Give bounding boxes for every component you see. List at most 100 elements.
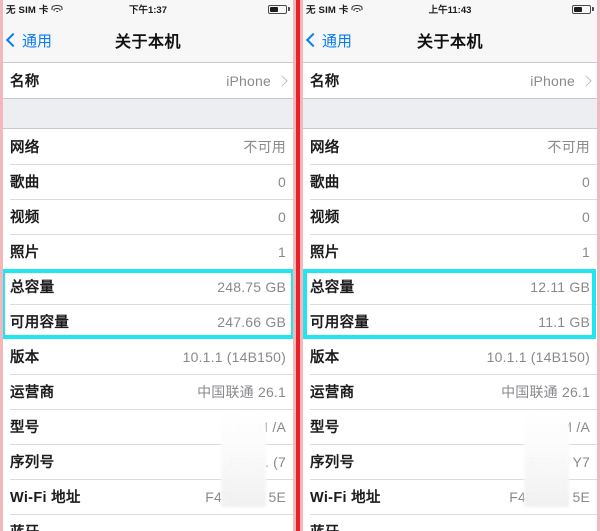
settings-group: 版本 10.1.1 (14B150) 运营商 中国联通 26.1 型号 M /A 序列号 F7… bbox=[0, 339, 296, 531]
chevron-right-icon bbox=[276, 74, 288, 87]
table-row[interactable]: 运营商 中国联通 26.1 bbox=[300, 374, 600, 409]
settings-group: 名称 iPhone bbox=[300, 63, 600, 98]
row-value: 1 bbox=[582, 243, 590, 260]
row-label: 运营商 bbox=[10, 385, 55, 401]
table-row[interactable]: 视频 0 bbox=[300, 199, 600, 234]
settings-group: 网络 不可用 歌曲 0 视频 0 照片 1 bbox=[0, 129, 296, 269]
row-label: 视频 bbox=[310, 210, 340, 226]
row-label: 运营商 bbox=[310, 385, 355, 401]
row-label: 网络 bbox=[310, 140, 340, 156]
row-label: 序列号 bbox=[10, 455, 55, 471]
row-label: 版本 bbox=[10, 350, 40, 366]
comparison-screenshot: 无 SIM 卡下午1:37 通用 关于本机 名称 iPhone 网络 不可用 歌曲 0 视频 0 照片… bbox=[0, 0, 600, 531]
status-bar-right bbox=[572, 4, 594, 14]
phone-panel-right: 无 SIM 卡上午11:43 通用 关于本机 名称 iPhone 网络 不可用 歌曲 0 视频 0 照… bbox=[300, 0, 600, 531]
table-row[interactable]: 可用容量 247.66 GB bbox=[0, 304, 296, 339]
table-row[interactable]: 照片 1 bbox=[300, 234, 600, 269]
table-row[interactable]: Wi-Fi 地址 F4:31:C3 5E bbox=[0, 479, 296, 514]
group-separator bbox=[0, 98, 296, 129]
row-label: 网络 bbox=[10, 140, 40, 156]
chevron-right-icon bbox=[580, 74, 592, 87]
nav-bar: 通用 关于本机 bbox=[0, 18, 296, 63]
battery-icon bbox=[268, 4, 290, 14]
status-bar: 无 SIM 卡上午11:43 bbox=[300, 0, 600, 18]
row-label: 视频 bbox=[10, 210, 40, 226]
table-row[interactable]: 蓝牙 bbox=[300, 514, 600, 531]
row-label: 总容量 bbox=[310, 280, 355, 296]
table-row[interactable]: Wi-Fi 地址 F4:31:C3 5E bbox=[300, 479, 600, 514]
row-value: F4:31:C3 5E bbox=[205, 488, 286, 505]
row-value: F72Q. Y7 bbox=[528, 453, 590, 470]
row-label: 歌曲 bbox=[10, 175, 40, 191]
row-label: 序列号 bbox=[310, 455, 355, 471]
row-value: 0 bbox=[582, 208, 590, 225]
row-label: 照片 bbox=[310, 245, 340, 261]
settings-group: 名称 iPhone bbox=[0, 63, 296, 98]
row-value: 中国联通 26.1 bbox=[197, 383, 286, 400]
table-row[interactable]: 蓝牙 bbox=[0, 514, 296, 531]
row-label: Wi-Fi 地址 bbox=[10, 490, 81, 506]
status-bar-time: 上午11:43 bbox=[428, 5, 472, 16]
row-label: 可用容量 bbox=[10, 315, 70, 331]
battery-icon bbox=[572, 4, 594, 14]
table-row[interactable]: 名称 iPhone bbox=[300, 63, 600, 98]
row-value: 1 bbox=[278, 243, 286, 260]
row-value: 10.1.1 (14B150) bbox=[486, 348, 590, 365]
row-value: 中国联通 26.1 bbox=[501, 383, 590, 400]
row-value: 11.1 GB bbox=[538, 313, 590, 330]
page-title: 关于本机 bbox=[114, 34, 181, 51]
row-label: 可用容量 bbox=[310, 315, 370, 331]
table-row[interactable]: 版本 10.1.1 (14B150) bbox=[0, 339, 296, 374]
row-label: 型号 bbox=[10, 420, 40, 436]
phone-panel-left: 无 SIM 卡下午1:37 通用 关于本机 名称 iPhone 网络 不可用 歌曲 0 视频 0 照片… bbox=[0, 0, 296, 531]
table-row[interactable]: 歌曲 0 bbox=[0, 164, 296, 199]
table-row[interactable]: 型号 M /A bbox=[300, 409, 600, 444]
table-row[interactable]: 序列号 F72Q. Y7 bbox=[300, 444, 600, 479]
row-value: iPhone bbox=[530, 72, 575, 89]
settings-group: 总容量 12.11 GB 可用容量 11.1 GB bbox=[300, 269, 600, 339]
table-row[interactable]: 网络 不可用 bbox=[0, 129, 296, 164]
page-title: 关于本机 bbox=[416, 34, 483, 51]
settings-list: 名称 iPhone 网络 不可用 歌曲 0 视频 0 照片 1 总容量 248.75 GB 可用容量 24… bbox=[0, 63, 296, 531]
settings-list: 名称 iPhone 网络 不可用歌曲 0 视频 0 照片 1 总容量 12.11 GB 可用容量 11.… bbox=[300, 63, 600, 531]
row-value: M /A bbox=[560, 418, 590, 435]
row-value: 248.75 GB bbox=[217, 278, 286, 295]
row-value: F4:31:C3 5E bbox=[509, 488, 590, 505]
row-label: 照片 bbox=[10, 245, 40, 261]
table-row[interactable]: 总容量 12.11 GB bbox=[300, 269, 600, 304]
row-value: 不可用 bbox=[547, 138, 590, 155]
table-row[interactable]: 歌曲 0 bbox=[300, 164, 600, 199]
table-row[interactable]: 总容量 248.75 GB bbox=[0, 269, 296, 304]
row-value: 10.1.1 (14B150) bbox=[182, 348, 286, 365]
row-label: 名称 bbox=[310, 74, 340, 90]
row-value: 12.11 GB bbox=[530, 278, 590, 295]
row-label: 版本 bbox=[310, 350, 340, 366]
table-row[interactable]: 名称 iPhone bbox=[0, 63, 296, 98]
panel-edge-left bbox=[300, 0, 303, 531]
row-label: 歌曲 bbox=[310, 175, 340, 191]
table-row[interactable]: 照片 1 bbox=[0, 234, 296, 269]
table-row[interactable]: 序列号 F72Q. (7 bbox=[0, 444, 296, 479]
table-row[interactable]: 可用容量 11.1 GB bbox=[300, 304, 600, 339]
table-row[interactable]: 视频 0 bbox=[0, 199, 296, 234]
row-value: 247.66 GB bbox=[217, 313, 286, 330]
panel-edge-left bbox=[0, 0, 3, 531]
nav-bar: 通用 关于本机 bbox=[300, 18, 600, 63]
table-row[interactable]: 网络 不可用 bbox=[300, 129, 600, 164]
row-value: M /A bbox=[256, 418, 286, 435]
settings-group: 网络 不可用 歌曲 0 视频 0 照片 1 bbox=[300, 129, 600, 269]
status-bar: 无 SIM 卡下午1:37 bbox=[0, 0, 296, 18]
row-label: 型号 bbox=[310, 420, 340, 436]
row-value: 不可用 bbox=[243, 138, 286, 155]
settings-group: 版本 10.1.1 (14B150) 运营商 中国联通 26.1 型号 M /A 序列号 F7… bbox=[300, 339, 600, 531]
table-row[interactable]: 型号 M /A bbox=[0, 409, 296, 444]
table-row[interactable]: 版本 10.1.1 (14B150) bbox=[300, 339, 600, 374]
table-row[interactable]: 运营商 中国联通 26.1 bbox=[0, 374, 296, 409]
row-value: iPhone bbox=[226, 72, 271, 89]
row-value: 0 bbox=[278, 208, 286, 225]
status-bar-right bbox=[268, 4, 290, 14]
row-label: 总容量 bbox=[10, 280, 55, 296]
row-label: Wi-Fi 地址 bbox=[310, 490, 381, 506]
row-label: 蓝牙 bbox=[10, 521, 40, 531]
panel-divider-line bbox=[296, 0, 300, 531]
